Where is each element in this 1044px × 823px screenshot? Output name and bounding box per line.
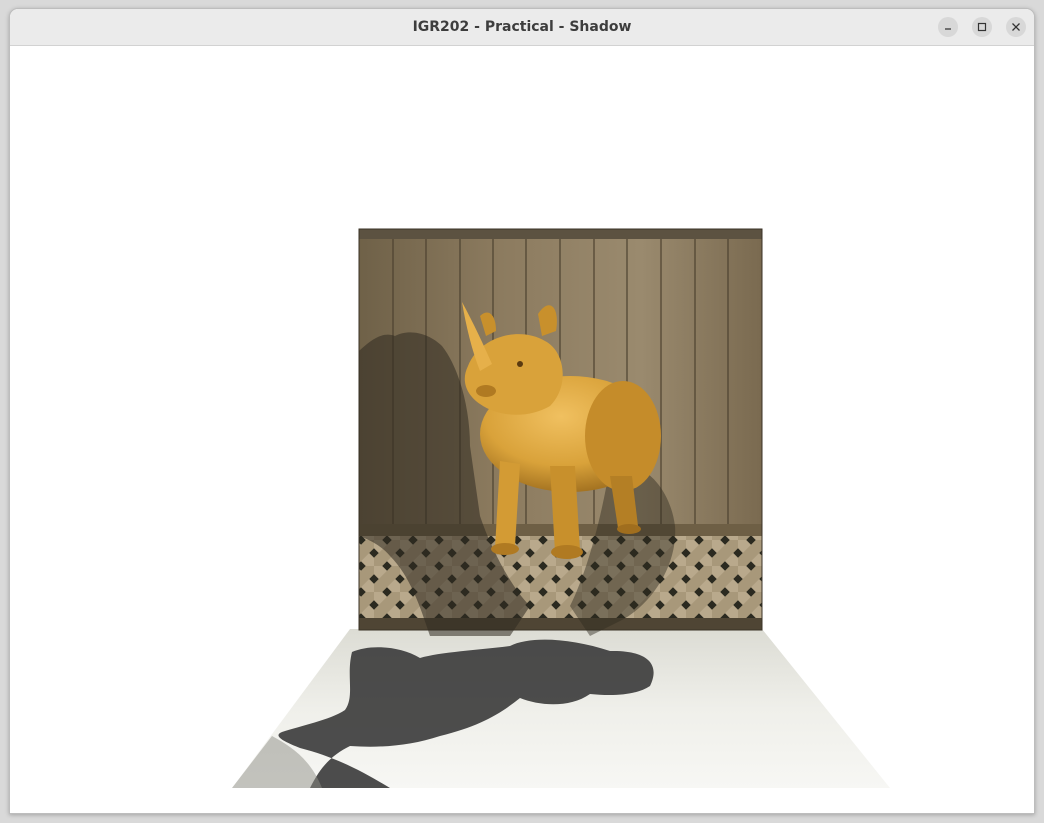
window-title: IGR202 - Practical - Shadow [412,19,632,35]
close-icon [1012,23,1020,31]
scene-render [232,228,890,788]
maximize-icon [977,22,987,32]
title-bar[interactable]: IGR202 - Practical - Shadow [10,9,1034,46]
close-button[interactable] [1006,17,1026,37]
minimize-icon [945,28,951,30]
maximize-button[interactable] [972,17,992,37]
app-window: IGR202 - Practical - Shadow [9,8,1035,814]
opengl-viewport[interactable] [10,46,1034,813]
minimize-button[interactable] [938,17,958,37]
